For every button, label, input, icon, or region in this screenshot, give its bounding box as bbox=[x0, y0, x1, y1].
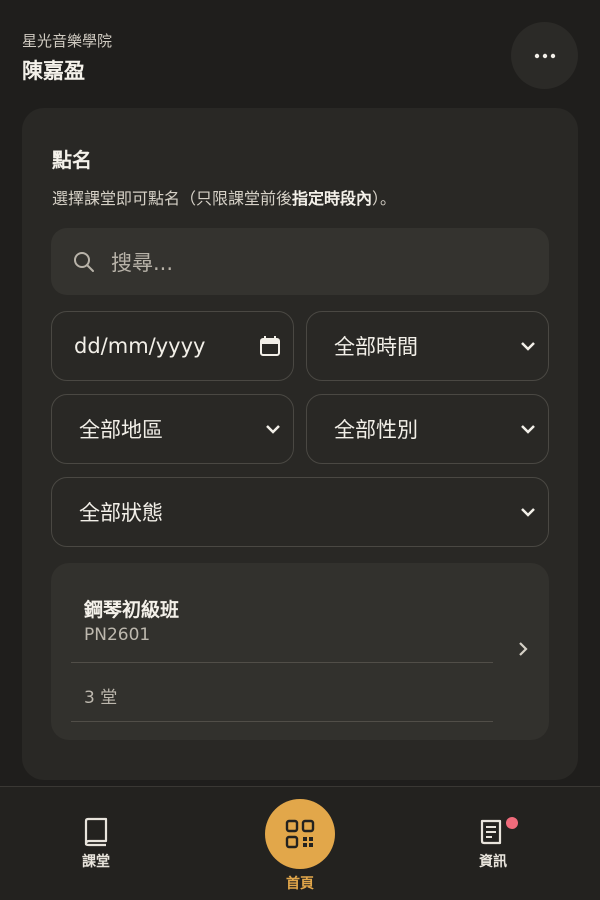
status-value: 全部狀態 bbox=[79, 501, 163, 525]
chevron-down-icon bbox=[521, 425, 535, 434]
region-select[interactable]: 全部地區 bbox=[51, 394, 294, 464]
gender-value: 全部性別 bbox=[334, 418, 418, 442]
class-name: 鋼琴初級班 bbox=[84, 599, 180, 621]
chevron-right-icon bbox=[519, 642, 528, 656]
search-input[interactable]: 搜尋... bbox=[51, 228, 549, 295]
home-button[interactable] bbox=[265, 799, 335, 869]
time-value: 全部時間 bbox=[334, 335, 418, 359]
class-code: PN2601 bbox=[84, 625, 151, 645]
nav-item-lessons[interactable]: 課堂 bbox=[82, 817, 110, 871]
more-icon bbox=[534, 53, 555, 58]
search-icon bbox=[74, 251, 94, 272]
calendar-icon[interactable] bbox=[259, 335, 281, 357]
card-title: 點名 bbox=[52, 148, 92, 172]
region-value: 全部地區 bbox=[79, 418, 163, 442]
chevron-down-icon bbox=[521, 508, 535, 517]
news-icon bbox=[480, 819, 502, 845]
book-icon bbox=[84, 817, 108, 847]
nav-label-lessons: 課堂 bbox=[82, 854, 110, 870]
desc-text: 選擇課堂即可點名（只限課堂前後 bbox=[52, 189, 293, 208]
chevron-down-icon bbox=[521, 342, 535, 351]
status-select[interactable]: 全部狀態 bbox=[51, 477, 549, 547]
nav-label-home: 首頁 bbox=[286, 876, 314, 892]
nav-item-news[interactable]: 資訊 bbox=[478, 817, 518, 871]
class-count: 3 堂 bbox=[84, 688, 118, 708]
user-name: 陳嘉盈 bbox=[22, 59, 85, 83]
roll-call-card: 點名 選擇課堂即可點名（只限課堂前後指定時段內）。 搜尋... dd/mm/yy… bbox=[22, 108, 578, 780]
class-list-item[interactable]: 鋼琴初級班 PN2601 3 堂 bbox=[51, 563, 549, 740]
bottom-nav: 課堂 首頁 資訊 bbox=[0, 786, 600, 900]
notification-badge bbox=[506, 817, 518, 829]
desc-suffix-text: ）。 bbox=[372, 189, 397, 208]
school-name: 星光音樂學院 bbox=[22, 32, 113, 50]
search-placeholder: 搜尋... bbox=[111, 250, 174, 275]
gender-select[interactable]: 全部性別 bbox=[306, 394, 549, 464]
nav-item-home[interactable]: 首頁 bbox=[265, 799, 335, 893]
time-select[interactable]: 全部時間 bbox=[306, 311, 549, 381]
date-input[interactable]: dd/mm/yyyy bbox=[51, 311, 294, 381]
card-description: 選擇課堂即可點名（只限課堂前後指定時段內）。 bbox=[52, 185, 396, 209]
chevron-down-icon bbox=[266, 425, 280, 434]
nav-label-news: 資訊 bbox=[479, 854, 507, 870]
qr-code-icon bbox=[285, 819, 315, 849]
divider bbox=[71, 662, 493, 663]
header: 星光音樂學院 陳嘉盈 bbox=[22, 30, 112, 85]
divider bbox=[71, 721, 493, 722]
more-options-button[interactable] bbox=[511, 22, 578, 89]
desc-bold-text: 指定時段內 bbox=[292, 189, 373, 208]
date-value: dd/mm/yyyy bbox=[74, 334, 206, 358]
